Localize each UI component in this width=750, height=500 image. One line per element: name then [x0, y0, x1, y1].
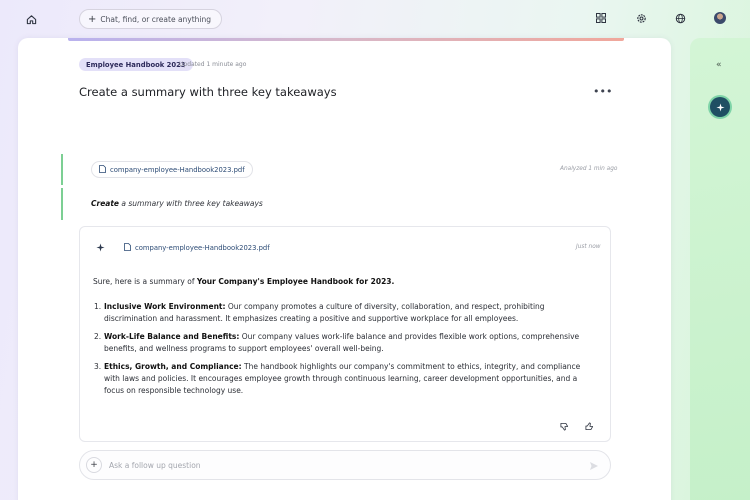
home-icon[interactable]: [22, 10, 40, 28]
list-number: 1.: [94, 302, 102, 311]
thumbs-down-icon[interactable]: [558, 420, 570, 432]
document-tag[interactable]: Employee Handbook 2023: [79, 58, 193, 71]
intro-prefix: Sure, here is a summary of: [93, 277, 197, 286]
thumbs-up-icon[interactable]: [583, 420, 595, 432]
prompt-rest: a summary with three key takeaways: [119, 199, 263, 208]
analyzed-timestamp: Analyzed 1 min ago: [560, 166, 618, 172]
prompt-bold: Create: [91, 199, 120, 208]
top-bar: + Chat, find, or create anything: [0, 0, 750, 38]
list-number: 3.: [94, 361, 102, 371]
plus-icon: +: [88, 13, 97, 25]
response-timestamp: Just now: [576, 244, 601, 250]
file-chip[interactable]: company-employee-Handbook2023.pdf: [91, 161, 253, 178]
intro-bold: Your Company's Employee Handbook for 202…: [196, 277, 395, 286]
list-item: 1. Inclusive Work Environment: Our compan…: [94, 301, 594, 326]
follow-up-input[interactable]: [109, 460, 579, 470]
side-panel: «: [690, 38, 750, 500]
page-title: Create a summary with three key takeaway…: [79, 85, 337, 99]
file-name: company-employee-Handbook2023.pdf: [110, 165, 245, 174]
follow-up-bar: +: [79, 450, 611, 480]
search-button[interactable]: + Chat, find, or create anything: [79, 9, 223, 29]
file-name: company-employee-Handbook2023.pdf: [135, 243, 270, 252]
response-file-chip[interactable]: company-employee-Handbook2023.pdf: [116, 239, 278, 256]
assistant-sparkle-button[interactable]: [710, 97, 730, 117]
gear-icon[interactable]: [634, 11, 648, 25]
user-message-file-block: [61, 154, 63, 185]
collapse-icon[interactable]: «: [716, 60, 722, 70]
item-title: Ethics, Growth, and Compliance:: [104, 361, 242, 371]
takeaways-list: 1. Inclusive Work Environment: Our compan…: [94, 301, 594, 403]
assistant-response: company-employee-Handbook2023.pdf Just n…: [79, 226, 611, 442]
accent-bar: [68, 38, 624, 41]
document-icon: [124, 242, 131, 253]
more-options-icon[interactable]: •••: [593, 85, 612, 98]
item-title: Inclusive Work Environment:: [104, 302, 226, 311]
grid-icon[interactable]: [594, 11, 608, 25]
send-icon[interactable]: [588, 460, 600, 472]
updated-timestamp: Updated 1 minute ago: [179, 61, 247, 68]
globe-icon[interactable]: [673, 11, 687, 25]
list-item: 2. Work-Life Balance and Benefits: Our co…: [94, 331, 594, 356]
user-prompt: Create a summary with three key takeaway…: [91, 199, 263, 208]
attach-plus-button[interactable]: +: [86, 457, 102, 473]
document-icon: [99, 164, 106, 175]
user-message-prompt-block: [61, 188, 63, 220]
list-number: 2.: [94, 331, 102, 341]
assistant-sparkle-icon: [91, 238, 109, 256]
item-title: Work-Life Balance and Benefits:: [104, 331, 240, 341]
avatar[interactable]: [714, 12, 726, 24]
search-placeholder: Chat, find, or create anything: [100, 14, 212, 24]
list-item: 3. Ethics, Growth, and Compliance: The ha…: [94, 361, 594, 398]
response-intro: Sure, here is a summary of Your Company'…: [93, 277, 394, 286]
